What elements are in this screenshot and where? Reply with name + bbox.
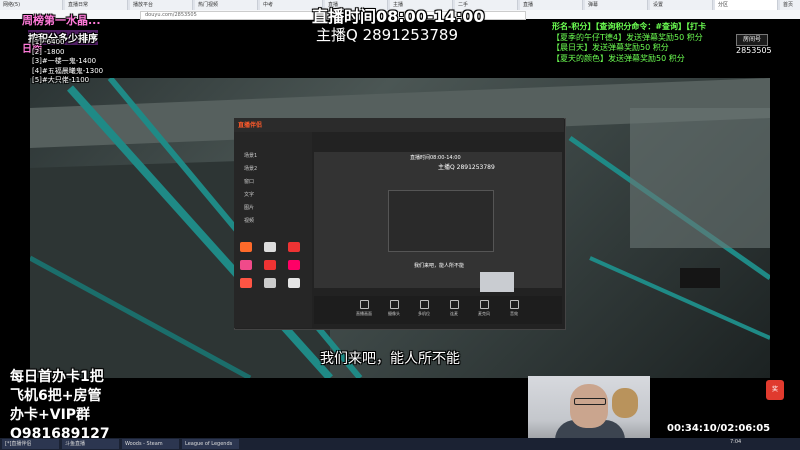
tool-icon[interactable] <box>264 278 276 288</box>
browser-tab[interactable]: 首页 <box>780 0 800 10</box>
tool-icon[interactable] <box>240 278 252 288</box>
points-line: 【夏天的颜色】发送弹幕奖励50 积分 <box>552 53 685 63</box>
toolbar-label: 直播画面 <box>356 311 372 316</box>
os-taskbar: [*]直播伴侣 斗鱼直播 Woods - Steam League of Legend… <box>0 438 800 450</box>
promo-line: 每日首办卡1把 <box>10 369 104 385</box>
toolbar-label: 摄像头 <box>388 311 400 316</box>
tool-icon[interactable] <box>264 260 276 270</box>
scene-list-item[interactable]: 文字 <box>244 191 306 198</box>
rank-list: [1] -6400 [2] -1800 [3]#一楼一鬼-1400 [4]#五福晨曦鬼… <box>32 38 103 86</box>
toolbar-label: 连麦 <box>450 311 458 316</box>
preview-canvas: 直播时间08:00-14:00 主播Q 2891253789 我们来吧，能人所不… <box>314 152 562 292</box>
toolbar-label: 麦克风 <box>478 311 490 316</box>
points-panel: 形名-积分】【查询积分命令：#查询】【打卡 【夏季的午仔T德4】发送弹幕奖励50… <box>552 22 706 64</box>
promo-line: 办卡+VIP群 <box>10 407 91 423</box>
taskbar-item[interactable]: 斗鱼直播 <box>62 439 119 449</box>
preview-webcam <box>480 272 514 292</box>
tool-icon[interactable] <box>240 242 252 252</box>
bottom-toolbar-button[interactable]: 直播画面 <box>354 300 374 317</box>
preview-host-qq: 主播Q 2891253789 <box>438 164 495 171</box>
bottom-toolbar-button[interactable]: 摄像头 <box>384 300 404 317</box>
tool-icon[interactable] <box>288 278 300 288</box>
browser-tab[interactable]: 网络(5) <box>0 0 63 10</box>
preview-subtitle: 我们来吧，能人所不能 <box>414 263 465 269</box>
app-logo: 直播伴侣 <box>238 122 263 129</box>
browser-tab[interactable]: 分区 <box>715 0 778 10</box>
bottom-toolbar-button[interactable]: 连麦 <box>444 300 464 317</box>
browser-tab[interactable]: 弹幕 <box>585 0 648 10</box>
tool-icon[interactable] <box>264 242 276 252</box>
browser-tab[interactable]: 播放平台 <box>130 0 193 10</box>
scene-list-item[interactable]: 场景1 <box>244 152 306 159</box>
bottom-toolbar-button[interactable]: 音效 <box>504 300 524 317</box>
taskbar-item[interactable]: Woods - Steam <box>122 439 179 449</box>
toolbar-icon <box>509 300 519 309</box>
room-label: 房间号 <box>736 34 768 46</box>
tray-clock: 7:04 <box>730 439 742 445</box>
toolbar-icon <box>419 300 429 309</box>
scene-list-item[interactable]: 窗口 <box>244 178 306 185</box>
toolbar-label: 音效 <box>510 311 518 316</box>
tool-icon[interactable] <box>288 260 300 270</box>
rank-item: [1] -6400 <box>32 38 65 46</box>
bottom-toolbar-button[interactable]: 多机位 <box>414 300 434 317</box>
tool-icon[interactable] <box>240 260 252 270</box>
taskbar-item[interactable]: League of Legends <box>182 439 239 449</box>
points-line: 【夏季的午仔T德4】发送弹幕奖励50 积分 <box>552 32 703 42</box>
promo-text: 每日首办卡1把 飞机6把+房管 办卡+VIP群 Q981689127 <box>10 368 110 444</box>
toolbar-icon <box>389 300 399 309</box>
browser-tab[interactable]: 设置 <box>650 0 713 10</box>
rank-item: [2] -1800 <box>32 47 65 56</box>
rank-item: [5]#大只佬-1100 <box>32 76 90 84</box>
plush-toy <box>612 388 638 418</box>
video-subtitle: 我们来吧，能人所不能 <box>320 351 460 367</box>
reward-badge[interactable]: 奖 <box>766 380 784 400</box>
weekly-rank-title: 周榜第一水晶... <box>22 14 101 27</box>
promo-line: 飞机6把+房管 <box>10 388 102 404</box>
browser-tab[interactable]: 热门视频 <box>195 0 258 10</box>
toolbar-label: 多机位 <box>418 311 430 316</box>
taskbar-item[interactable]: [*]直播伴侣 <box>2 439 59 449</box>
playback-timer: 00:34:10/02:06:05 <box>667 423 771 434</box>
window-title-bar <box>234 118 564 132</box>
rank-item: [4]#五福晨曦鬼-1300 <box>32 66 104 75</box>
scene-list-item[interactable]: 图片 <box>244 204 306 211</box>
nested-preview <box>388 190 494 252</box>
bottom-toolbar-button[interactable]: 麦克风 <box>474 300 494 317</box>
toolbar-icon <box>449 300 459 309</box>
toolbar-icon <box>479 300 489 309</box>
scene-list-item[interactable]: 场景2 <box>244 165 306 172</box>
window-sidebar: 场景1 场景2 窗口文字图片视频 <box>234 132 312 328</box>
toolbar-icon <box>359 300 369 309</box>
points-line: 【晨日天】发送弹幕奖励50 积分 <box>552 43 669 52</box>
room-number: 2853505 <box>736 46 772 55</box>
browser-tab[interactable]: 直播 <box>520 0 583 10</box>
host-qq: 主播Q 2891253789 <box>316 26 459 44</box>
window-bottom-toolbar: 直播画面 摄像头 多机位 连麦 麦克风 音效 <box>314 296 562 324</box>
glasses <box>574 398 606 405</box>
webcam-person-face <box>570 384 608 428</box>
points-header: 形名-积分】【查询积分命令：#查询】【打卡 <box>552 22 707 31</box>
preview-stream-time: 直播时间08:00-14:00 <box>410 155 461 161</box>
rank-item: [3]#一楼一鬼-1400 <box>32 57 97 65</box>
scene-list-item[interactable]: 视频 <box>244 217 306 224</box>
tool-icon[interactable] <box>288 242 300 252</box>
browser-tab[interactable]: 直播日常 <box>65 0 128 10</box>
